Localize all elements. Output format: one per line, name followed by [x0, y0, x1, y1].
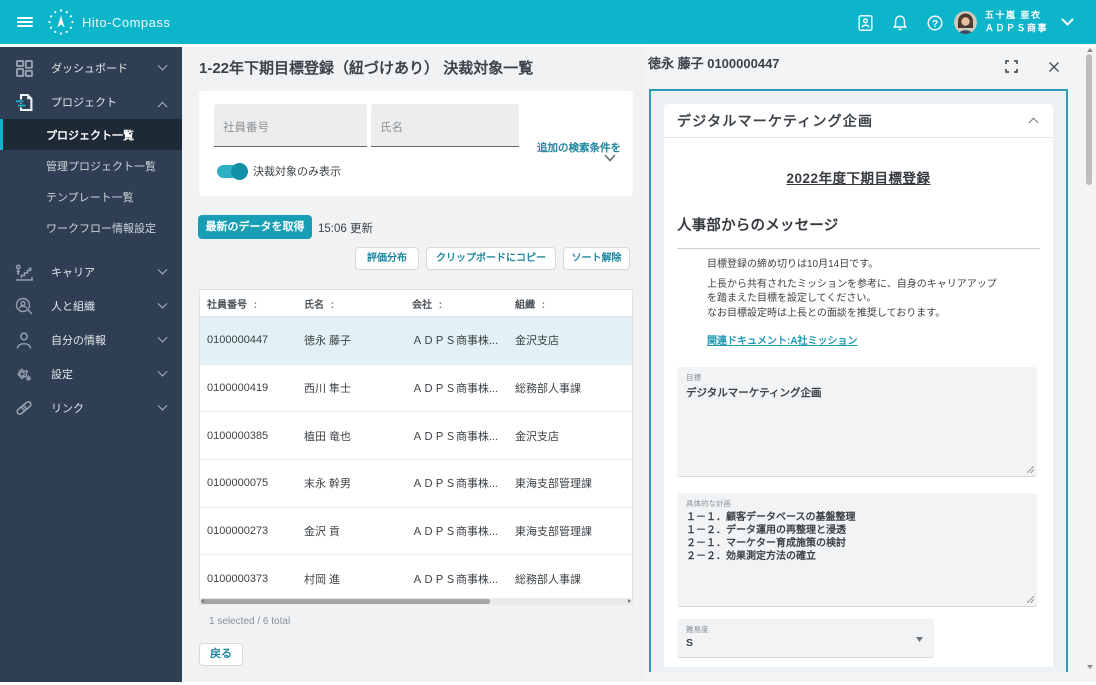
svg-text:?: ? — [932, 19, 938, 30]
